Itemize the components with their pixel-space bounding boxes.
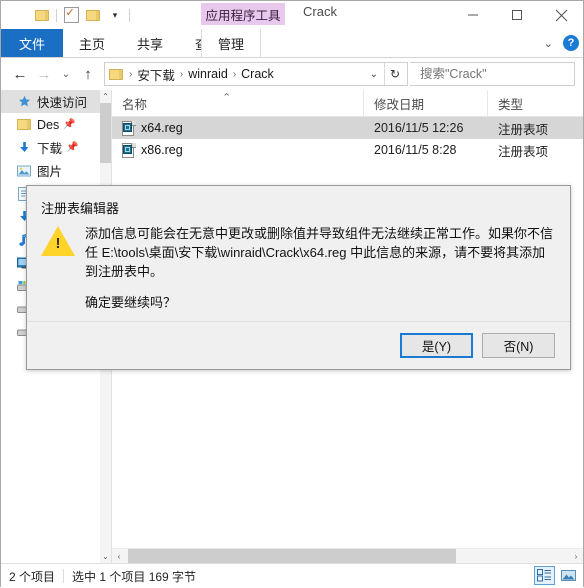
sort-ascending-icon: ⌃ (222, 92, 232, 104)
column-header-type[interactable]: 类型 (488, 90, 578, 116)
title-bar: ▾ 应用程序工具 Crack (1, 1, 583, 29)
yes-button[interactable]: 是(Y) (400, 333, 473, 358)
help-icon[interactable]: ? (563, 35, 579, 51)
forward-button[interactable]: → (33, 62, 55, 86)
dialog-question: 确定要继续吗？ (85, 295, 177, 310)
collapse-ribbon-icon[interactable]: ⌄ (544, 37, 553, 50)
sidebar-item-pictures[interactable]: 图片 (1, 159, 111, 182)
dialog-button-bar: 是(Y) 否(N) (27, 321, 570, 369)
tab-manage[interactable]: 管理 (201, 29, 262, 57)
manage-tab-wrap: 管理 (201, 29, 262, 57)
column-header-date[interactable]: 修改日期 (364, 90, 488, 116)
qat-new-folder-icon[interactable] (82, 4, 104, 26)
ribbon-right-controls: ⌄ ? (544, 29, 579, 57)
back-button[interactable]: ← (9, 62, 31, 86)
warning-triangle-icon: ! (41, 226, 75, 257)
ribbon-tab-bar: 文件 主页 共享 查看 管理 ⌄ ? (1, 29, 583, 58)
tab-share[interactable]: 共享 (121, 29, 179, 57)
breadcrumb-item-2[interactable]: Crack (238, 67, 277, 81)
column-header-row: 名称 修改日期 类型 (112, 90, 583, 117)
registry-editor-dialog: 注册表编辑器 ! 添加信息可能会在无意中更改或删除值并导致组件无法继续正常工作。… (26, 185, 571, 370)
quick-access-toolbar: ▾ (1, 1, 133, 29)
table-row[interactable]: x64.reg 2016/11/5 12:26 注册表项 (112, 117, 583, 139)
dialog-body-area: 注册表编辑器 ! 添加信息可能会在无意中更改或删除值并导致组件无法继续正常工作。… (27, 186, 570, 322)
address-dropdown-icon[interactable]: ⌄ (364, 69, 384, 80)
registry-file-icon (122, 142, 136, 158)
file-name-label: x64.reg (141, 121, 183, 135)
address-bar[interactable]: › 安下载 › winraid › Crack ⌄ ↻ (104, 62, 408, 86)
pin-icon-2: 📌 (66, 142, 79, 153)
sidebar-label-quick-access: 快速访问 (37, 96, 88, 110)
status-selection-info: 选中 1 个项目 169 字节 (72, 569, 197, 584)
sidebar-label-pictures: 图片 (37, 165, 63, 179)
qat-properties-icon[interactable] (60, 4, 82, 26)
hscroll-left-icon[interactable]: ‹ (112, 549, 126, 563)
window-title: Crack (303, 4, 337, 19)
breadcrumb-sep-0: › (129, 68, 133, 80)
dialog-title: 注册表编辑器 (41, 201, 120, 216)
details-view-icon[interactable] (534, 566, 555, 585)
pin-icon: 📌 (63, 119, 76, 130)
horizontal-scrollbar[interactable]: ‹ › (112, 548, 583, 563)
address-folder-icon (109, 68, 123, 80)
recent-locations-icon[interactable]: ⌄ (57, 62, 75, 86)
close-button[interactable] (539, 1, 583, 29)
search-box[interactable] (410, 62, 583, 86)
view-mode-buttons (534, 566, 579, 585)
qat-customize-caret-icon[interactable]: ▾ (104, 4, 126, 26)
dialog-message-area: 添加信息可能会在无意中更改或删除值并导致组件无法继续正常工作。如果你不信任 E:… (85, 224, 556, 312)
breadcrumb-sep-1: › (179, 68, 184, 80)
file-date-cell: 2016/11/5 8:28 (374, 143, 457, 157)
sidebar-scroll-down-icon[interactable]: ⌄ (100, 550, 111, 563)
registry-file-icon (122, 120, 136, 136)
breadcrumb-item-1[interactable]: winraid (185, 67, 231, 81)
qat-divider-2 (129, 8, 130, 22)
file-type-cell: 注册表项 (498, 144, 549, 159)
qat-divider (56, 8, 57, 22)
file-name-cell: x64.reg (112, 117, 364, 139)
contextual-tab-application-tools[interactable]: 应用程序工具 (201, 3, 285, 25)
sidebar-item-quick-access[interactable]: 快速访问 (1, 90, 111, 113)
file-explorer-window: ▾ 应用程序工具 Crack 文件 主页 共享 查看 管理 ⌄ ? (0, 0, 584, 588)
breadcrumb-item-0[interactable]: 安下载 (134, 65, 178, 84)
minimize-button[interactable] (451, 1, 495, 29)
file-date-cell: 2016/11/5 12:26 (374, 121, 464, 135)
no-button[interactable]: 否(N) (482, 333, 555, 358)
tab-file[interactable]: 文件 (1, 29, 64, 57)
file-name-cell: x86.reg (112, 139, 364, 161)
sidebar-item-des[interactable]: Des 📌 (1, 113, 111, 136)
search-input[interactable] (418, 66, 583, 82)
dialog-message: 添加信息可能会在无意中更改或删除值并导致组件无法继续正常工作。如果你不信任 E:… (85, 226, 554, 279)
breadcrumb: › 安下载 › winraid › Crack (127, 65, 364, 84)
window-controls (451, 1, 583, 29)
up-button[interactable]: ↑ (77, 62, 99, 86)
file-name-label: x86.reg (141, 143, 183, 157)
hscroll-thumb[interactable] (128, 549, 456, 563)
sidebar-label-downloads-pinned: 下载 (37, 142, 63, 156)
file-type-cell: 注册表项 (498, 122, 549, 137)
folder-icon (15, 119, 33, 130)
status-bar: 2 个项目 选中 1 个项目 169 字节 (1, 563, 583, 588)
refresh-icon[interactable]: ↻ (384, 63, 405, 85)
table-row[interactable]: x86.reg 2016/11/5 8:28 注册表项 (112, 139, 583, 161)
sidebar-label-des: Des (37, 117, 60, 132)
breadcrumb-sep-2: › (232, 68, 237, 80)
qat-folder-icon[interactable] (31, 4, 53, 26)
pictures-icon (15, 165, 33, 177)
sidebar-scroll-up-icon[interactable]: ⌃ (100, 90, 111, 103)
maximize-button[interactable] (495, 1, 539, 29)
large-icons-view-icon[interactable] (558, 566, 579, 585)
navigation-bar: ← → ⌄ ↑ › 安下载 › winraid › Crack ⌄ ↻ (1, 58, 583, 90)
download-icon (15, 141, 33, 154)
status-item-count: 2 个项目 (9, 569, 56, 584)
sidebar-scroll-thumb[interactable] (100, 103, 111, 163)
column-header-name[interactable]: 名称 (112, 90, 364, 116)
tab-home[interactable]: 主页 (63, 29, 121, 57)
star-pin-icon (15, 95, 33, 108)
hscroll-track[interactable] (126, 549, 569, 563)
sidebar-item-downloads-pinned[interactable]: 下载 📌 (1, 136, 111, 159)
hscroll-right-icon[interactable]: › (569, 549, 583, 563)
